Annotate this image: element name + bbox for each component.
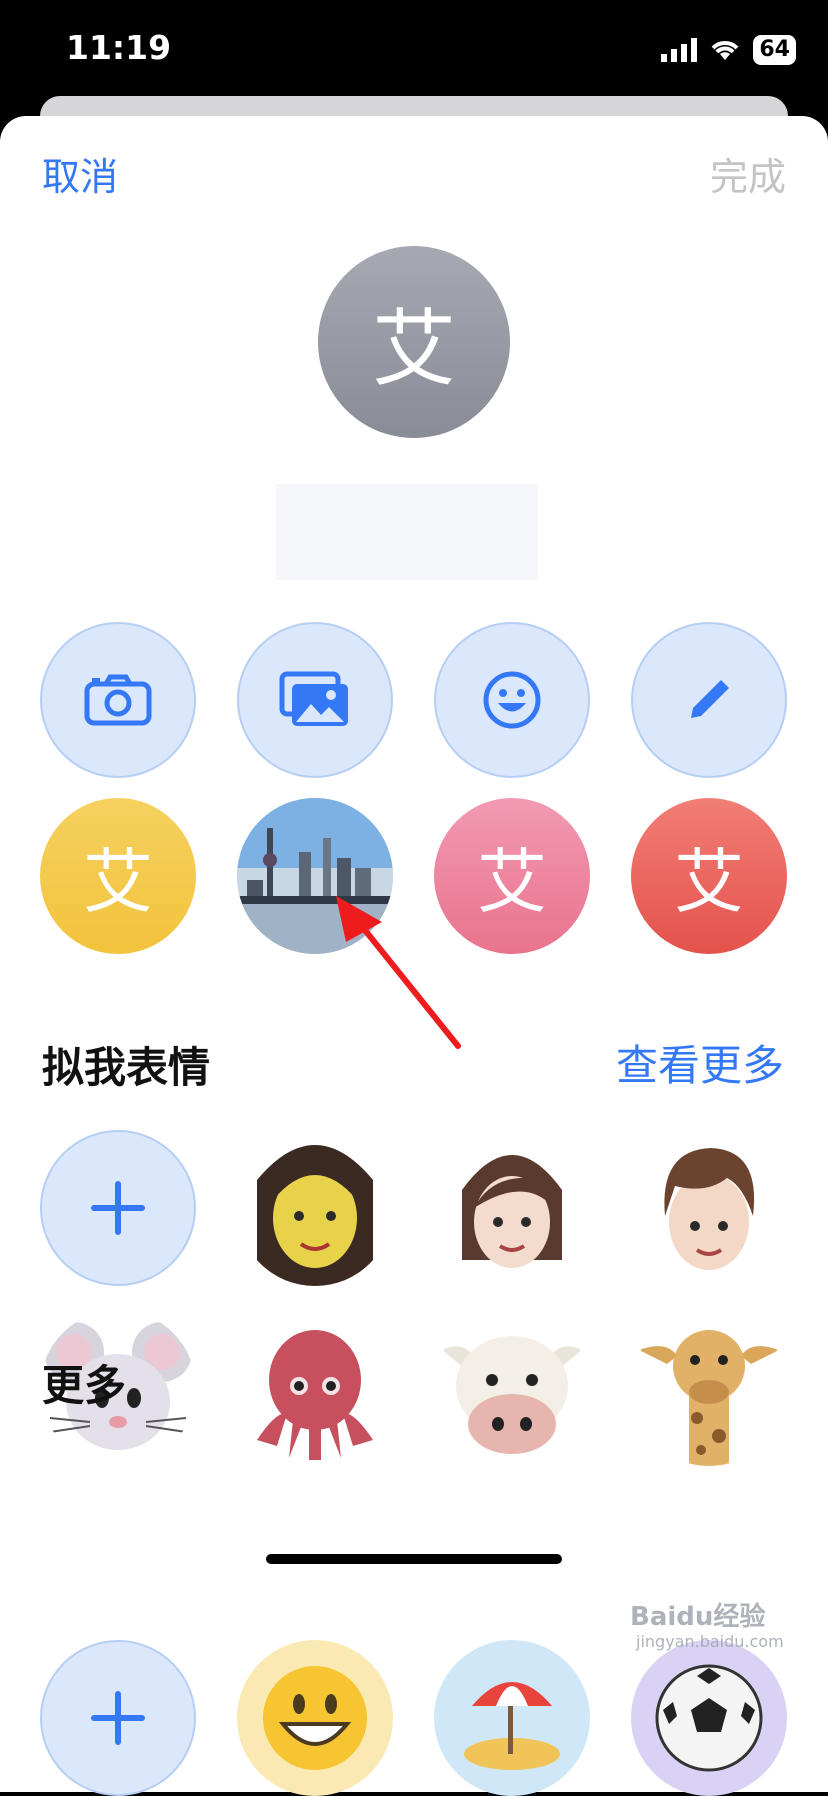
memoji-face-image xyxy=(257,1145,373,1286)
memoji-section-title: 拟我表情 xyxy=(42,1043,211,1092)
name-field[interactable] xyxy=(276,484,538,580)
status-time: 11:19 xyxy=(66,28,172,67)
camera-icon xyxy=(84,674,152,726)
photos-button[interactable] xyxy=(237,622,393,778)
emoji-button[interactable] xyxy=(434,622,590,778)
edit-photo-sheet: 取消 完成 艾 艾 艾 艾 拟我表情 查看更多 更多 Baidu经验 jingy… xyxy=(0,116,828,1796)
emoji-icon xyxy=(483,671,541,729)
beach-umbrella-icon xyxy=(464,1682,560,1770)
memoji-cow[interactable] xyxy=(434,1310,590,1466)
more-section-title: 更多 xyxy=(42,1361,127,1410)
signal-icon xyxy=(661,38,698,62)
camera-button[interactable] xyxy=(40,622,196,778)
avatar-initial: 艾 xyxy=(371,299,456,398)
battery-level: 64 xyxy=(753,35,796,65)
memoji-giraffe[interactable] xyxy=(631,1310,787,1466)
avatar-option-red[interactable]: 艾 xyxy=(631,798,787,954)
memoji-octopus[interactable] xyxy=(237,1310,393,1466)
smiley-icon xyxy=(263,1666,367,1770)
plus-icon xyxy=(91,1181,145,1235)
emoji-option-beach[interactable] xyxy=(434,1640,590,1796)
memoji-face-image xyxy=(664,1148,755,1270)
avatar-option-initial: 艾 xyxy=(83,840,153,923)
avatar-option-initial: 艾 xyxy=(477,840,547,923)
home-indicator[interactable] xyxy=(266,1554,562,1564)
soccer-ball-icon xyxy=(655,1664,763,1772)
memoji-short-hair-girl[interactable] xyxy=(434,1130,590,1286)
wifi-icon xyxy=(711,41,739,60)
add-more-button[interactable] xyxy=(40,1640,196,1796)
octopus-icon xyxy=(257,1330,373,1460)
pencil-icon xyxy=(691,680,729,718)
plus-icon xyxy=(91,1691,145,1745)
cancel-button[interactable]: 取消 xyxy=(42,146,118,201)
cow-icon xyxy=(442,1336,582,1454)
memoji-long-hair-girl[interactable] xyxy=(237,1130,393,1286)
add-memoji-button[interactable] xyxy=(40,1130,196,1286)
see-more-link[interactable]: 查看更多 xyxy=(616,1032,784,1093)
watermark-url: jingyan.baidu.com xyxy=(636,1632,784,1651)
emoji-option-soccer[interactable] xyxy=(631,1640,787,1796)
annotation-arrow xyxy=(336,896,461,1049)
memoji-face-image xyxy=(462,1155,562,1268)
contact-avatar[interactable]: 艾 xyxy=(318,246,510,438)
watermark: Baidu经验 xyxy=(630,1602,766,1632)
photos-icon xyxy=(279,671,348,726)
avatar-option-initial: 艾 xyxy=(674,840,744,923)
emoji-option-smiley[interactable] xyxy=(237,1640,393,1796)
status-icons: 64 xyxy=(661,34,796,66)
pencil-button[interactable] xyxy=(631,622,787,778)
status-bar: 11:19 64 xyxy=(0,0,828,100)
done-button[interactable]: 完成 xyxy=(710,146,786,201)
avatar-option-yellow[interactable]: 艾 xyxy=(40,798,196,954)
memoji-boy[interactable] xyxy=(631,1130,787,1286)
giraffe-icon xyxy=(639,1330,779,1466)
